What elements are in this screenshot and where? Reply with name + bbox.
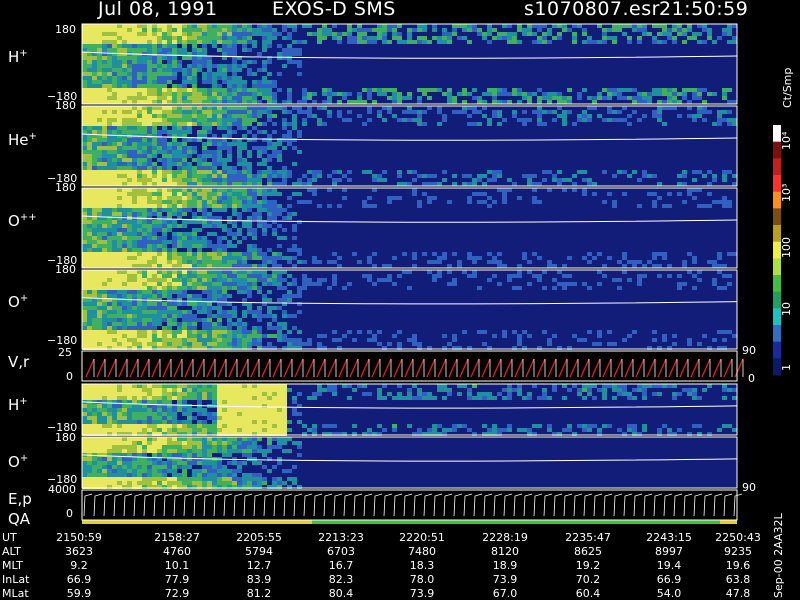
ephemeris-cell: 2228:19 (482, 531, 528, 544)
spectrogram-panel (81, 383, 738, 436)
ephemeris-cell: 16.7 (328, 559, 354, 572)
spectrogram-panel (81, 105, 738, 187)
ephemeris-cell: 8120 (491, 545, 519, 558)
ephemeris-cell: 9.2 (70, 559, 88, 572)
ephemeris-cell: 2205:55 (236, 531, 282, 544)
tick-label: 4000 (48, 483, 76, 496)
spectrogram-panel (81, 350, 744, 382)
ephemeris-cell: 19.4 (656, 559, 682, 572)
panel-label-he-plus: He+ (8, 131, 37, 149)
header-instrument: EXOS-D SMS (272, 0, 396, 20)
ephemeris-cell: 73.9 (492, 573, 518, 586)
ephemeris-cell: 72.9 (164, 587, 190, 600)
header-file: s1070807.esr (524, 0, 660, 20)
ephemeris-cell: 47.8 (725, 587, 751, 600)
colorbar-segment (773, 341, 781, 359)
ephemeris-cell: 12.7 (246, 559, 272, 572)
colorbar-tick-label: 10⁴ (780, 131, 793, 150)
ephemeris-cell: 80.4 (328, 587, 354, 600)
ephemeris-cell: 81.2 (246, 587, 272, 600)
tick-label: −180 (47, 334, 78, 347)
colorbar-segment (773, 325, 781, 343)
ephemeris-cell: 2250:43 (715, 531, 761, 544)
ephemeris-cell: 9235 (724, 545, 752, 558)
tick-label: 180 (55, 99, 76, 112)
ephemeris-row-label: InLat (2, 573, 30, 586)
tick-label: 0 (66, 370, 73, 383)
ephemeris-cell: 67.0 (492, 587, 518, 600)
ephemeris-cell: 8997 (655, 545, 683, 558)
ephemeris-cell: 66.9 (66, 573, 92, 586)
spectrogram-panel (81, 436, 738, 489)
colorbar-segment (773, 258, 781, 276)
colorbar-tick-label: 100 (780, 237, 793, 258)
ephemeris-row-label: UT (2, 531, 17, 544)
panel-label-o-plus-2: O+ (8, 453, 29, 471)
spectrogram-panel (81, 269, 738, 350)
panel-label-o-plus: O+ (8, 293, 29, 311)
tick-label: 180 (55, 431, 76, 444)
tick-label: 180 (55, 181, 76, 194)
ephemeris-cell: 2235:47 (565, 531, 611, 544)
panels-layer (81, 23, 744, 524)
ephemeris-cell: 66.9 (656, 573, 682, 586)
ephemeris-cell: 54.0 (656, 587, 682, 600)
ephemeris-cell: 2150:59 (56, 531, 102, 544)
ephemeris-cell: 2158:27 (154, 531, 200, 544)
ephemeris-row-label: MLT (2, 559, 23, 572)
tick-label: 0 (66, 507, 73, 520)
ephemeris-cell: 18.3 (409, 559, 435, 572)
colorbar-segment (773, 158, 781, 176)
panel-label-ep: E,p (8, 490, 32, 508)
ephemeris-cell: 2220:51 (399, 531, 445, 544)
ephemeris-cell: 19.6 (725, 559, 751, 572)
ephemeris-cell: 2213:23 (318, 531, 364, 544)
tick-label: 25 (58, 346, 72, 359)
right-tick-label: 90 (742, 344, 756, 357)
colorbar-segment (773, 275, 781, 293)
ephemeris-cell: 6703 (327, 545, 355, 558)
header-date: Jul 08, 1991 (98, 0, 218, 20)
ephemeris-row-label: MLat (2, 587, 29, 600)
ephemeris-cell: 7480 (408, 545, 436, 558)
ephemeris-cell: 83.9 (246, 573, 272, 586)
right-tick-label: 0 (748, 372, 755, 385)
colorbar-tick-label: 10 (780, 302, 793, 316)
qa-label: QA (8, 510, 31, 528)
ephemeris-cell: 8625 (574, 545, 602, 558)
tick-label: 180 (55, 23, 76, 36)
header-time: 21:50:59 (659, 0, 749, 20)
panel-label-vr: V,r (8, 353, 30, 371)
ephemeris-cell: 59.9 (66, 587, 92, 600)
ephemeris-cell: 2243:15 (646, 531, 692, 544)
ephemeris-cell: 78.0 (409, 573, 435, 586)
panel-label-o-plusplus: O++ (8, 212, 37, 230)
colorbar-tick-label: 10³ (780, 183, 793, 202)
panel-label-h-plus: H+ (8, 48, 28, 66)
spectrogram-panel (81, 23, 738, 105)
ephemeris-cell: 77.9 (164, 573, 190, 586)
colorbar-segment (773, 208, 781, 226)
ephemeris-cell: 82.3 (328, 573, 354, 586)
ephemeris-cell: 70.2 (575, 573, 601, 586)
panel-label-h-plus-2: H+ (8, 396, 28, 414)
ephemeris-cell: 63.8 (725, 573, 751, 586)
footer-note: Sep-00 2AA32L (772, 513, 785, 598)
ephemeris-cell: 3623 (65, 545, 93, 558)
ephemeris-cell: 60.4 (575, 587, 601, 600)
ephemeris-row-label: ALT (2, 545, 21, 558)
ephemeris-cell: 5794 (245, 545, 273, 558)
spectrogram-panel (81, 489, 743, 524)
ephemeris-cell: 10.1 (164, 559, 190, 572)
colorbar-tick-label: 1 (780, 364, 793, 371)
colorbar-unit-label: Ct/Smp (781, 67, 794, 108)
right-tick-label: 90 (742, 481, 756, 494)
tick-label: 180 (55, 263, 76, 276)
ephemeris-cell: 4760 (163, 545, 191, 558)
spectrogram-panel (81, 187, 738, 269)
ephemeris-cell: 18.9 (492, 559, 518, 572)
spectrogram-chart (81, 23, 781, 524)
ephemeris-cell: 19.2 (575, 559, 601, 572)
ephemeris-cell: 73.9 (409, 587, 435, 600)
